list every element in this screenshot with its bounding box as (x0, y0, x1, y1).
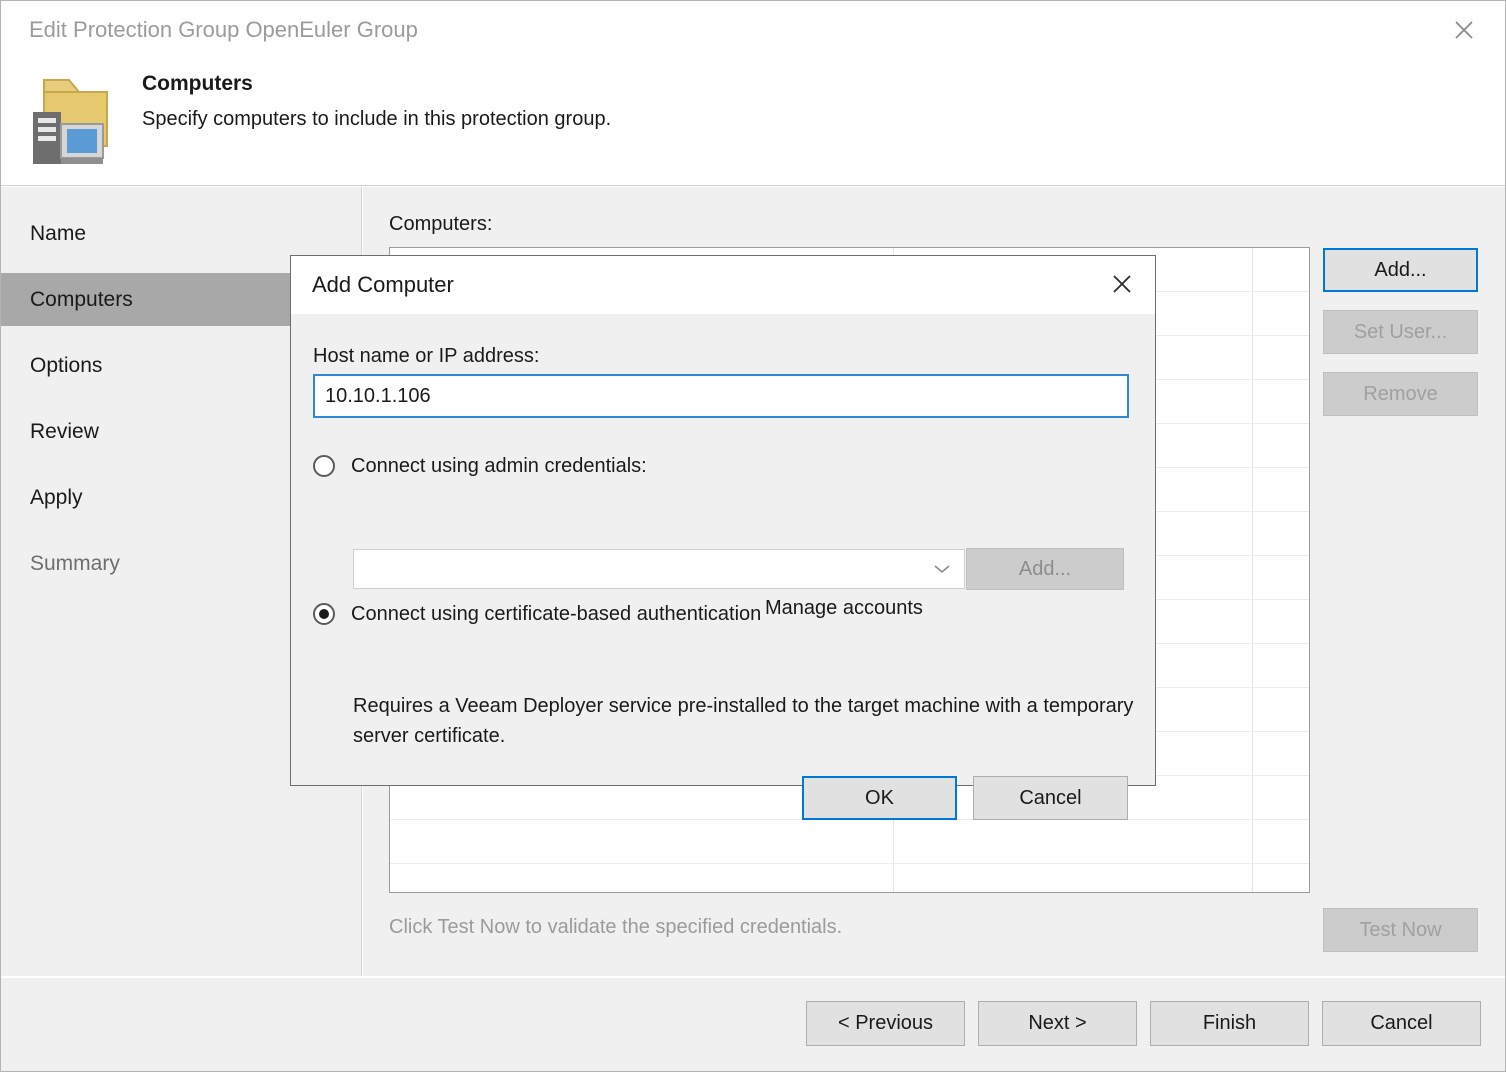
sidebar-item-label: Summary (30, 551, 120, 575)
certificate-auth-radio-row[interactable]: Connect using certificate-based authenti… (313, 603, 761, 625)
protection-group-computers-icon (19, 68, 115, 164)
certificate-auth-label: Connect using certificate-based authenti… (351, 603, 762, 625)
admin-credentials-label: Connect using admin credentials: (351, 455, 647, 477)
remove-button[interactable]: Remove (1323, 372, 1478, 416)
admin-credentials-radio-row[interactable]: Connect using admin credentials: (313, 455, 647, 477)
finish-button[interactable]: Finish (1150, 1001, 1309, 1046)
page-subtitle: Specify computers to include in this pro… (142, 108, 612, 130)
sidebar-item-label: Computers (30, 287, 133, 311)
window-titlebar: Edit Protection Group OpenEuler Group (1, 1, 1505, 63)
sidebar-item-label: Review (30, 419, 99, 443)
set-user-button[interactable]: Set User... (1323, 310, 1478, 354)
certificate-auth-description: Requires a Veeam Deployer service pre-in… (353, 695, 1134, 747)
host-input[interactable] (313, 374, 1129, 418)
ok-button[interactable]: OK (802, 776, 957, 820)
radio-certificate-auth[interactable] (313, 603, 335, 625)
close-icon[interactable] (1433, 1, 1495, 59)
sidebar-item-label: Name (30, 221, 87, 245)
close-icon[interactable] (1097, 260, 1147, 308)
test-now-button[interactable]: Test Now (1323, 908, 1478, 952)
edit-protection-group-window: Edit Protection Group OpenEuler Group Co… (0, 0, 1506, 1072)
dialog-body: Host name or IP address: Connect using a… (291, 314, 1155, 820)
dialog-cancel-button[interactable]: Cancel (973, 776, 1128, 820)
host-label: Host name or IP address: (313, 345, 540, 367)
sidebar-item-name[interactable]: Name (1, 207, 361, 260)
computers-label: Computers: (389, 213, 493, 235)
radio-admin-credentials[interactable] (313, 455, 335, 477)
credentials-select[interactable] (353, 549, 965, 589)
sidebar-item-label: Apply (30, 485, 83, 509)
manage-accounts-link[interactable]: Manage accounts (765, 597, 923, 620)
dialog-title: Add Computer (312, 272, 454, 297)
dialog-titlebar: Add Computer (291, 256, 1155, 314)
window-title: Edit Protection Group OpenEuler Group (29, 17, 418, 42)
cancel-button[interactable]: Cancel (1322, 1001, 1481, 1046)
add-button[interactable]: Add... (1323, 248, 1478, 292)
add-credentials-button[interactable]: Add... (966, 548, 1124, 590)
table-row[interactable] (390, 820, 1309, 864)
page-header: Computers Specify computers to include i… (1, 63, 1505, 186)
page-title: Computers (142, 72, 253, 95)
add-computer-dialog: Add Computer Host name or IP address: Co… (290, 255, 1156, 820)
test-now-hint: Click Test Now to validate the specified… (389, 916, 843, 938)
previous-button[interactable]: < Previous (806, 1001, 965, 1046)
chevron-down-icon[interactable] (920, 550, 964, 588)
wizard-footer: < Previous Next > Finish Cancel (1, 977, 1505, 1071)
next-button[interactable]: Next > (978, 1001, 1137, 1046)
sidebar-item-label: Options (30, 353, 103, 377)
